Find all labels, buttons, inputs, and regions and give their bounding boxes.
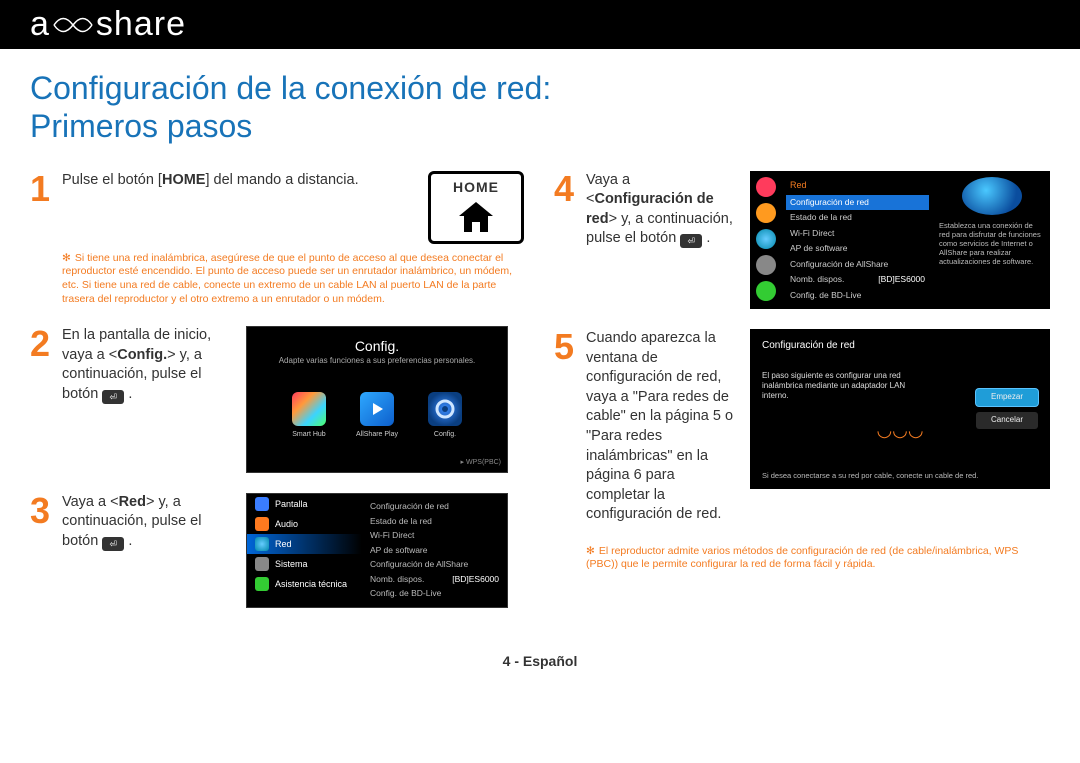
enter-icon (102, 390, 124, 404)
home-icon (455, 199, 497, 235)
network-icon (255, 537, 269, 551)
step1-text-c: ] del mando a distancia. (205, 172, 358, 188)
audio-icon (255, 517, 269, 531)
display-icon (255, 497, 269, 511)
support-icon (255, 577, 269, 591)
start-button: Empezar (976, 389, 1038, 406)
cancel-button: Cancelar (976, 412, 1038, 429)
config-gear-icon: Config. (428, 392, 462, 439)
earth-icon (962, 177, 1022, 215)
page-title: Configuración de la conexión de red:Prim… (30, 69, 1050, 146)
wizard-screenshot: Configuración de red El paso siguiente e… (750, 329, 1050, 489)
step-number: 2 (30, 326, 62, 473)
step-4: 4 Vaya a <Configuración de red> y, a con… (554, 171, 1050, 309)
dot-icon (756, 255, 776, 275)
home-button-tile: HOME (428, 171, 524, 244)
dot-icon (756, 281, 776, 301)
enter-icon (102, 537, 124, 551)
brand-logo: a share (30, 5, 1050, 44)
red-menu-screenshot: Pantalla Audio Red Sistema Asistencia té… (246, 493, 508, 608)
home-label: HOME (431, 178, 521, 197)
logo-wave-icon (52, 10, 94, 40)
right-column: 4 Vaya a <Configuración de red> y, a con… (554, 171, 1050, 628)
step1-text-a: Pulse el botón [ (62, 172, 162, 188)
step5-note: ✻El reproductor admite varios métodos de… (586, 545, 1050, 572)
step1-note: ✻Si tiene una red inalámbrica, asegúrese… (62, 252, 524, 307)
step-1: 1 Pulse el botón [HOME] del mando a dist… (30, 171, 524, 306)
step-number: 3 (30, 493, 62, 608)
dot-icon (756, 177, 776, 197)
system-icon (255, 557, 269, 571)
enter-icon (680, 234, 702, 248)
globe-icon (756, 229, 776, 249)
step-5: 5 Cuando aparezca la ventana de configur… (554, 329, 1050, 525)
config-screenshot: Config. Adapte varias funciones a sus pr… (246, 326, 508, 473)
step-number: 4 (554, 171, 586, 309)
smarthub-icon: Smart Hub (292, 392, 326, 439)
step1-text-b: HOME (162, 172, 206, 188)
header: a share (0, 0, 1080, 49)
net-config-screenshot: Red Configuración de red Estado de la re… (750, 171, 1050, 309)
step-2: 2 En la pantalla de inicio, vaya a <Conf… (30, 326, 524, 473)
allshare-play-icon: AllShare Play (356, 392, 398, 439)
step-number: 5 (554, 329, 586, 525)
left-column: 1 Pulse el botón [HOME] del mando a dist… (30, 171, 524, 628)
step-number: 1 (30, 171, 62, 306)
dot-icon (756, 203, 776, 223)
page-footer: 4 - Español (0, 653, 1080, 669)
step-3: 3 Vaya a <Red> y, a continuación, pulse … (30, 493, 524, 608)
